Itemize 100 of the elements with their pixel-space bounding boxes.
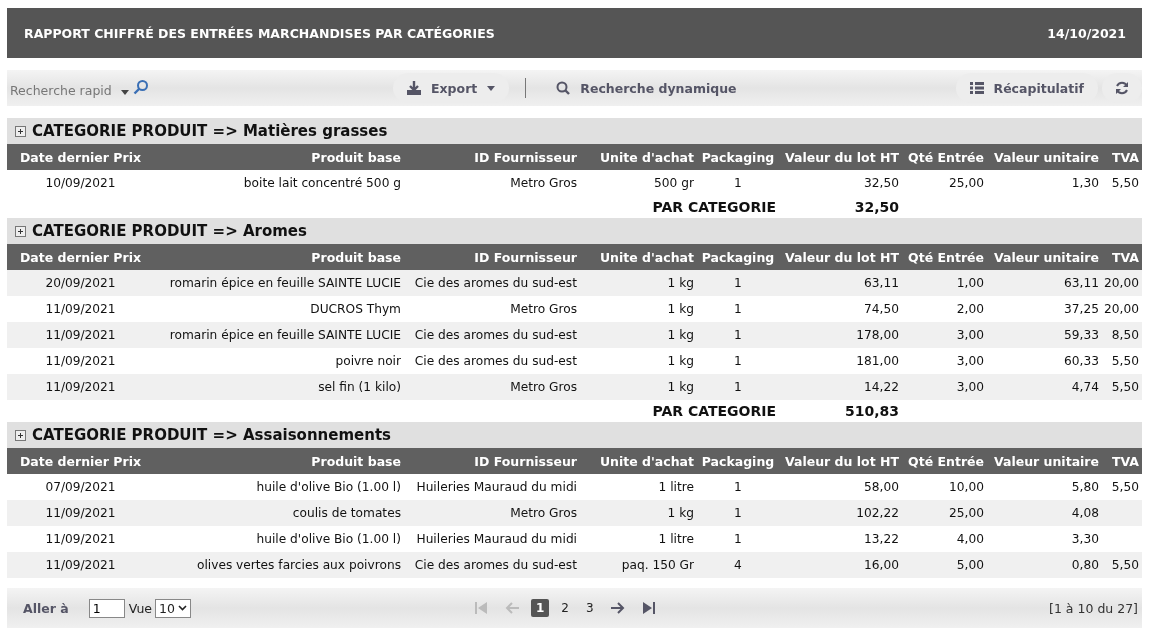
goto-label: Aller à bbox=[23, 600, 69, 616]
table-cell-text: 58,00 bbox=[863, 479, 900, 496]
column-header: Valeur du lot HT bbox=[784, 148, 900, 167]
chevron-icon bbox=[177, 605, 187, 611]
table-cell-text: 5,50 bbox=[1110, 479, 1140, 496]
table-cell-text: 1,00 bbox=[955, 275, 985, 292]
table-cell-text: sel fin (1 kilo) bbox=[317, 379, 402, 396]
table-cell-text: 1 bbox=[733, 379, 743, 396]
column-header: Unite d'achat bbox=[598, 148, 695, 167]
table-cell-text: 60,33 bbox=[1063, 353, 1100, 370]
table-cell-text: 20,00 bbox=[1103, 275, 1140, 292]
table-cell-text: Cie des aromes du sud-est bbox=[413, 327, 578, 344]
view-label: Vue bbox=[128, 600, 152, 616]
table-cell-text: boite lait concentré 500 g bbox=[242, 175, 402, 192]
table-cell-text: 1 kg bbox=[666, 301, 695, 318]
table-cell-text: 14,22 bbox=[863, 379, 900, 396]
skip-last-icon bbox=[641, 601, 656, 615]
table-cell-text: 3,30 bbox=[1070, 531, 1100, 548]
table-cell-text: romarin épice en feuille SAINTE LUCIE bbox=[168, 275, 402, 292]
skip-first-icon bbox=[473, 601, 488, 615]
category-title: CATEGORIE PRODUIT => Assaisonnements bbox=[32, 426, 391, 444]
total-label: PAR CATEGORIE bbox=[651, 198, 777, 217]
table-cell-text: 0,80 bbox=[1070, 557, 1100, 574]
report-title: RAPPORT CHIFFRÉ DES ENTRÉES MARCHANDISES PAR CATÉGORIES bbox=[24, 25, 495, 41]
table-cell-text: huile d'olive Bio (1.00 l) bbox=[255, 531, 402, 548]
search-icon bbox=[556, 81, 571, 95]
page-input[interactable]: 1 bbox=[88, 598, 125, 618]
table-cell-text: 3,00 bbox=[955, 327, 985, 344]
column-header: ID Fournisseur bbox=[473, 248, 578, 267]
table-cell-text: Huileries Mauraud du midi bbox=[415, 531, 578, 548]
table-cell-text: 4,74 bbox=[1070, 379, 1100, 396]
table-cell-text: Metro Gros bbox=[509, 175, 578, 192]
page-button[interactable]: 2 bbox=[556, 599, 574, 617]
table-cell-text: 5,00 bbox=[955, 557, 985, 574]
table-cell-text: 63,11 bbox=[1063, 275, 1100, 292]
table-cell-text: Cie des aromes du sud-est bbox=[413, 353, 578, 370]
table-cell-text: 20,00 bbox=[1103, 301, 1140, 318]
table-cell-text: 2,00 bbox=[955, 301, 985, 318]
column-header: Produit base bbox=[310, 148, 402, 167]
page-button[interactable]: 1 bbox=[530, 599, 550, 617]
table-cell-text: 5,50 bbox=[1110, 353, 1140, 370]
dynamic-search-button[interactable]: Recherche dynamique bbox=[542, 73, 751, 103]
table-cell-text: 11/09/2021 bbox=[44, 301, 117, 318]
table-cell-text: Cie des aromes du sud-est bbox=[413, 557, 578, 574]
table-cell-text: 5,50 bbox=[1110, 175, 1140, 192]
table-cell-text: 13,22 bbox=[863, 531, 900, 548]
table-cell-text: 11/09/2021 bbox=[44, 505, 117, 522]
total-value: 510,83 bbox=[843, 402, 900, 421]
expand-icon bbox=[15, 125, 26, 137]
column-header: Packaging bbox=[700, 148, 776, 167]
table-cell-text: 07/09/2021 bbox=[44, 479, 117, 496]
search-icon bbox=[133, 78, 149, 95]
table-cell-text: 1 bbox=[733, 301, 743, 318]
table-cell-text: 3,00 bbox=[955, 353, 985, 370]
caret-icon bbox=[121, 89, 129, 95]
table-cell-text: 4,00 bbox=[955, 531, 985, 548]
table-cell-text: 1 kg bbox=[666, 327, 695, 344]
column-header: Valeur unitaire bbox=[992, 248, 1100, 267]
column-header: Packaging bbox=[700, 248, 776, 267]
category-title: CATEGORIE PRODUIT => Matières grasses bbox=[32, 122, 388, 140]
column-header: Packaging bbox=[700, 452, 776, 471]
table-cell-text: 63,11 bbox=[863, 275, 900, 292]
column-header: Produit base bbox=[310, 248, 402, 267]
table-cell-text: Cie des aromes du sud-est bbox=[413, 275, 578, 292]
table-cell-text: poivre noir bbox=[334, 353, 402, 370]
page-button[interactable]: 3 bbox=[580, 599, 599, 617]
column-header: Valeur du lot HT bbox=[784, 452, 900, 471]
table-cell-text: 178,00 bbox=[855, 327, 900, 344]
table-cell-text: 500 gr bbox=[653, 175, 695, 192]
caret-icon bbox=[487, 85, 496, 91]
table-cell-text: 25,00 bbox=[948, 175, 985, 192]
search-field[interactable]: Recherche rapid bbox=[7, 78, 149, 98]
table-cell-text: 3,00 bbox=[955, 379, 985, 396]
table-cell-text: 11/09/2021 bbox=[44, 327, 117, 344]
table-cell-text: 16,00 bbox=[863, 557, 900, 574]
total-value: 32,50 bbox=[853, 198, 900, 217]
table-cell-text: 11/09/2021 bbox=[44, 379, 117, 396]
table-cell-text: 1 bbox=[733, 353, 743, 370]
column-header: Valeur unitaire bbox=[992, 148, 1100, 167]
list-icon bbox=[969, 82, 984, 94]
table-cell-text: 1 litre bbox=[657, 531, 695, 548]
table-cell-text: 5,50 bbox=[1110, 379, 1140, 396]
page-size-select[interactable]: 10 bbox=[155, 598, 191, 618]
table-cell-text: 4 bbox=[733, 557, 743, 574]
table-cell-text: 37,25 bbox=[1063, 301, 1100, 318]
column-header: TVA bbox=[1110, 248, 1140, 267]
expand-icon bbox=[15, 429, 26, 441]
table-cell-text: 32,50 bbox=[863, 175, 900, 192]
table-cell-text: 1 bbox=[733, 531, 743, 548]
column-header: Qté Entrée bbox=[907, 452, 985, 471]
table-cell-text: Metro Gros bbox=[509, 379, 578, 396]
table-cell-text: 1 kg bbox=[666, 505, 695, 522]
table-cell-text: 8,50 bbox=[1110, 327, 1140, 344]
column-header: Date dernier Prix bbox=[18, 248, 143, 267]
column-header: ID Fournisseur bbox=[473, 452, 578, 471]
refresh-icon bbox=[1115, 81, 1129, 95]
report-date: 14/10/2021 bbox=[1047, 25, 1126, 41]
table-cell-text: 74,50 bbox=[863, 301, 900, 318]
table-cell-text: DUCROS Thym bbox=[309, 301, 402, 318]
column-header: Unite d'achat bbox=[598, 248, 695, 267]
